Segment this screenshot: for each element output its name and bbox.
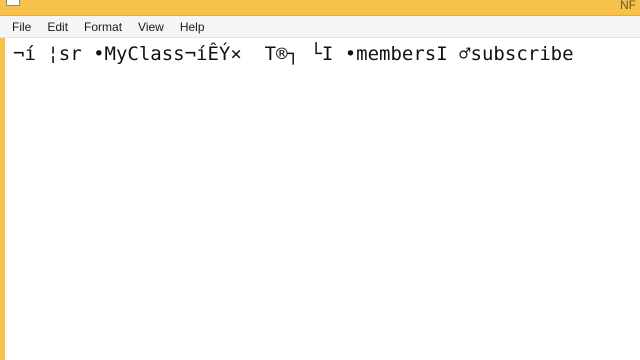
window-title: NF bbox=[620, 0, 636, 12]
menu-help[interactable]: Help bbox=[172, 18, 213, 36]
menu-format[interactable]: Format bbox=[76, 18, 130, 36]
notepad-window: NF File Edit Format View Help ¬í ¦sr •My… bbox=[0, 0, 640, 360]
menu-bar: File Edit Format View Help bbox=[0, 16, 640, 38]
menu-file[interactable]: File bbox=[4, 18, 39, 36]
text-editor-area[interactable]: ¬í ¦sr •MyClass¬íÊÝ× T®┐ └I •membersI ♂s… bbox=[5, 39, 640, 360]
title-bar[interactable]: NF bbox=[0, 0, 640, 16]
notepad-app-icon[interactable] bbox=[6, 0, 20, 6]
menu-edit[interactable]: Edit bbox=[39, 18, 76, 36]
menu-view[interactable]: View bbox=[130, 18, 172, 36]
editor-content[interactable]: ¬í ¦sr •MyClass¬íÊÝ× T®┐ └I •membersI ♂s… bbox=[13, 43, 574, 65]
